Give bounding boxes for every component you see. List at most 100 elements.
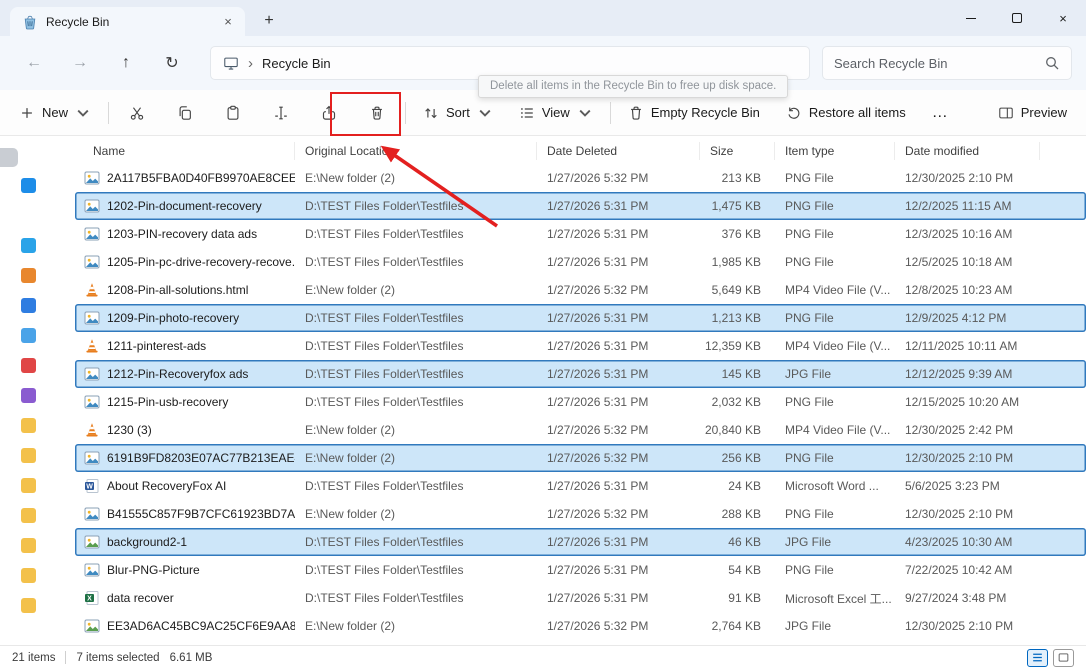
png-file-icon bbox=[84, 310, 100, 326]
jpg-file-icon bbox=[84, 534, 100, 550]
table-row[interactable]: 2A117B5FBA0D40FB9970AE8CEE93... E:\New f… bbox=[75, 164, 1086, 192]
table-row[interactable]: background2-1 D:\TEST Files Folder\Testf… bbox=[75, 528, 1086, 556]
file-size: 91 KB bbox=[700, 591, 775, 605]
column-header-original-location[interactable]: Original Location bbox=[295, 142, 537, 160]
file-name: 1230 (3) bbox=[107, 423, 152, 437]
file-name: B41555C857F9B7CFC61923BD7A78... bbox=[107, 507, 295, 521]
new-button[interactable]: New bbox=[10, 96, 100, 130]
table-row[interactable]: 1208-Pin-all-solutions.html E:\New folde… bbox=[75, 276, 1086, 304]
up-button[interactable]: ↑ bbox=[106, 46, 146, 80]
table-row[interactable]: Blur-PNG-Picture D:\TEST Files Folder\Te… bbox=[75, 556, 1086, 584]
date-deleted: 1/27/2026 5:31 PM bbox=[537, 339, 700, 353]
table-row[interactable]: B41555C857F9B7CFC61923BD7A78... E:\New f… bbox=[75, 500, 1086, 528]
new-tab-button[interactable]: + bbox=[255, 8, 283, 34]
table-row[interactable]: 6191B9FD8203E07AC77B213EAE40... E:\New f… bbox=[75, 444, 1086, 472]
original-location: D:\TEST Files Folder\Testfiles bbox=[295, 227, 537, 241]
original-location: D:\TEST Files Folder\Testfiles bbox=[295, 199, 537, 213]
document-icon[interactable] bbox=[21, 298, 36, 313]
date-deleted: 1/27/2026 5:32 PM bbox=[537, 619, 700, 633]
cloud-icon[interactable] bbox=[21, 178, 36, 193]
original-location: D:\TEST Files Folder\Testfiles bbox=[295, 395, 537, 409]
column-header-item-type[interactable]: Item type bbox=[775, 142, 895, 160]
breadcrumb[interactable]: Recycle Bin bbox=[262, 56, 331, 71]
forward-button[interactable]: → bbox=[60, 46, 100, 80]
table-row[interactable]: 1209-Pin-photo-recovery D:\TEST Files Fo… bbox=[75, 304, 1086, 332]
rename-button[interactable] bbox=[261, 96, 301, 130]
tab-close-icon[interactable]: × bbox=[219, 13, 237, 31]
date-modified: 7/22/2025 10:42 AM bbox=[895, 563, 1040, 577]
empty-recycle-bin-button[interactable]: Empty Recycle Bin bbox=[619, 96, 769, 130]
minimize-button[interactable] bbox=[948, 0, 994, 36]
date-modified: 12/11/2025 10:11 AM bbox=[895, 339, 1040, 353]
mp4-file-icon bbox=[84, 338, 100, 354]
copy-button[interactable] bbox=[165, 96, 205, 130]
original-location: E:\New folder (2) bbox=[295, 283, 537, 297]
minimize-icon bbox=[966, 18, 976, 19]
table-row[interactable]: 1212-Pin-Recoveryfox ads D:\TEST Files F… bbox=[75, 360, 1086, 388]
breadcrumb-chevron-icon: › bbox=[248, 55, 253, 72]
music-icon[interactable] bbox=[21, 388, 36, 403]
large-icons-view-button[interactable] bbox=[1053, 649, 1074, 667]
chevron-down-icon bbox=[75, 105, 91, 121]
main-content: NameOriginal LocationDate DeletedSizeIte… bbox=[0, 136, 1086, 645]
date-deleted: 1/27/2026 5:32 PM bbox=[537, 171, 700, 185]
preview-toggle-button[interactable]: Preview bbox=[989, 96, 1076, 130]
folder-icon[interactable] bbox=[21, 508, 36, 523]
column-header-date-modified[interactable]: Date modified bbox=[895, 142, 1040, 160]
restore-all-items-button[interactable]: Restore all items bbox=[777, 96, 915, 130]
column-header-date-deleted[interactable]: Date Deleted bbox=[537, 142, 700, 160]
table-row[interactable]: WAbout RecoveryFox AI D:\TEST Files Fold… bbox=[75, 472, 1086, 500]
more-options-button[interactable]: … bbox=[923, 96, 959, 130]
item-type: PNG File bbox=[775, 451, 895, 465]
view-button[interactable]: View bbox=[510, 96, 602, 130]
back-button[interactable]: ← bbox=[14, 46, 54, 80]
selected-item-fragment[interactable] bbox=[0, 148, 18, 167]
details-view-button[interactable] bbox=[1027, 649, 1048, 667]
png-file-icon bbox=[84, 394, 100, 410]
table-row[interactable]: 1230 (3) E:\New folder (2) 1/27/2026 5:3… bbox=[75, 416, 1086, 444]
folder-icon[interactable] bbox=[21, 478, 36, 493]
folder-icon[interactable] bbox=[21, 568, 36, 583]
this-pc-icon bbox=[223, 55, 239, 71]
monitor-icon[interactable] bbox=[21, 238, 36, 253]
column-header-name[interactable]: Name bbox=[75, 142, 295, 160]
folder-orange-icon[interactable] bbox=[21, 268, 36, 283]
cut-button[interactable] bbox=[117, 96, 157, 130]
folder-icon[interactable] bbox=[21, 598, 36, 613]
item-type: MP4 Video File (V... bbox=[775, 283, 895, 297]
table-row[interactable]: 1215-Pin-usb-recovery D:\TEST Files Fold… bbox=[75, 388, 1086, 416]
file-size: 46 KB bbox=[700, 535, 775, 549]
search-input[interactable]: Search Recycle Bin bbox=[822, 46, 1072, 80]
close-button[interactable]: × bbox=[1040, 0, 1086, 36]
download-icon[interactable] bbox=[21, 328, 36, 343]
column-headers: NameOriginal LocationDate DeletedSizeIte… bbox=[75, 138, 1086, 164]
folder-icon[interactable] bbox=[21, 538, 36, 553]
table-row[interactable]: 1211-pinterest-ads D:\TEST Files Folder\… bbox=[75, 332, 1086, 360]
table-row[interactable]: 1203-PIN-recovery data ads D:\TEST Files… bbox=[75, 220, 1086, 248]
date-modified: 12/30/2025 2:10 PM bbox=[895, 507, 1040, 521]
chevron-down-icon bbox=[477, 105, 493, 121]
file-name: data recover bbox=[107, 591, 174, 605]
folder-icon[interactable] bbox=[21, 418, 36, 433]
original-location: D:\TEST Files Folder\Testfiles bbox=[295, 339, 537, 353]
file-size: 1,475 KB bbox=[700, 199, 775, 213]
file-size: 5,649 KB bbox=[700, 283, 775, 297]
tab-recycle-bin[interactable]: Recycle Bin × bbox=[10, 7, 245, 36]
table-row[interactable]: Xdata recover D:\TEST Files Folder\Testf… bbox=[75, 584, 1086, 612]
table-row[interactable]: 1205-Pin-pc-drive-recovery-recove... D:\… bbox=[75, 248, 1086, 276]
paste-button[interactable] bbox=[213, 96, 253, 130]
media-icon[interactable] bbox=[21, 358, 36, 373]
sort-button[interactable]: Sort bbox=[414, 96, 502, 130]
folder-icon[interactable] bbox=[21, 448, 36, 463]
column-header-size[interactable]: Size bbox=[700, 142, 775, 160]
file-size: 256 KB bbox=[700, 451, 775, 465]
maximize-button[interactable] bbox=[994, 0, 1040, 36]
preview-toggle-label: Preview bbox=[1021, 105, 1067, 120]
table-row[interactable]: 1202-Pin-document-recovery D:\TEST Files… bbox=[75, 192, 1086, 220]
items-count: 21 items bbox=[12, 652, 55, 664]
item-type: JPG File bbox=[775, 619, 895, 633]
refresh-button[interactable]: ↻ bbox=[152, 46, 192, 80]
date-modified: 9/27/2024 3:48 PM bbox=[895, 591, 1040, 605]
table-row[interactable]: EE3AD6AC45BC9AC25CF6E9AA812... E:\New fo… bbox=[75, 612, 1086, 640]
date-modified: 5/6/2025 3:23 PM bbox=[895, 479, 1040, 493]
